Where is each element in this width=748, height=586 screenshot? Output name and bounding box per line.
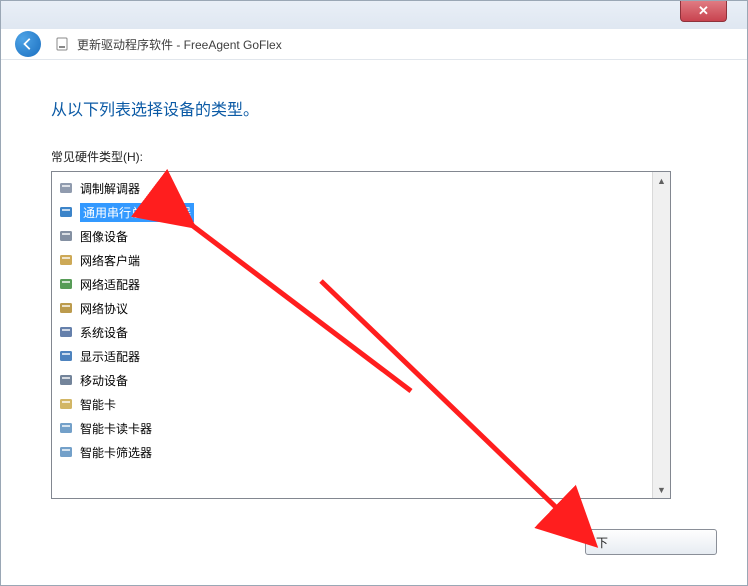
list-label: 常见硬件类型(H): — [51, 148, 707, 165]
network-client-icon — [58, 252, 74, 268]
page-heading: 从以下列表选择设备的类型。 — [51, 96, 707, 120]
scrollbar[interactable]: ▲ ▼ — [652, 172, 670, 498]
list-item[interactable]: 网络协议 — [52, 296, 653, 320]
back-arrow-icon — [21, 37, 35, 51]
close-button[interactable]: ✕ — [680, 1, 727, 22]
list-item-label: 图像设备 — [80, 228, 128, 245]
back-button[interactable] — [15, 31, 41, 57]
list-item-label: 通用串行总线控制器 — [80, 203, 194, 222]
list-item-label: 显示适配器 — [80, 348, 140, 365]
footer: 下 — [1, 517, 747, 585]
driver-update-window: ✕ 更新驱动程序软件 - FreeAgent GoFlex 从以下列表选择设备的… — [0, 0, 748, 586]
list-item[interactable]: 系统设备 — [52, 320, 653, 344]
network-adapter-icon — [58, 276, 74, 292]
list-item-label: 网络适配器 — [80, 276, 140, 293]
list-item[interactable]: 显示适配器 — [52, 344, 653, 368]
list-item[interactable]: 智能卡筛选器 — [52, 440, 653, 464]
imaging-icon — [58, 228, 74, 244]
next-button[interactable]: 下 — [585, 529, 717, 555]
list-item[interactable]: 通用串行总线控制器 — [52, 200, 653, 224]
list-item[interactable]: 移动设备 — [52, 368, 653, 392]
close-icon: ✕ — [698, 3, 709, 19]
list-item[interactable]: 智能卡读卡器 — [52, 416, 653, 440]
list-item-label: 系统设备 — [80, 324, 128, 341]
listbox-viewport[interactable]: 调制解调器通用串行总线控制器图像设备网络客户端网络适配器网络协议系统设备显示适配… — [52, 172, 653, 498]
drive-icon — [55, 37, 69, 51]
titlebar: ✕ — [1, 1, 747, 29]
modem-icon — [58, 180, 74, 196]
list-item[interactable]: 智能卡 — [52, 392, 653, 416]
network-protocol-icon — [58, 300, 74, 316]
list-item[interactable]: 调制解调器 — [52, 176, 653, 200]
list-item-label: 智能卡读卡器 — [80, 420, 152, 437]
system-device-icon — [58, 324, 74, 340]
smartcard-icon — [58, 396, 74, 412]
hardware-type-listbox: 调制解调器通用串行总线控制器图像设备网络客户端网络适配器网络协议系统设备显示适配… — [51, 171, 671, 499]
scroll-track[interactable] — [653, 189, 670, 481]
list-item-label: 网络协议 — [80, 300, 128, 317]
dialog-body: 从以下列表选择设备的类型。 常见硬件类型(H): 调制解调器通用串行总线控制器图… — [1, 60, 747, 499]
usb-icon — [58, 204, 74, 220]
list-item-label: 调制解调器 — [80, 180, 140, 197]
scroll-up-button[interactable]: ▲ — [653, 172, 670, 189]
mobile-device-icon — [58, 372, 74, 388]
scroll-down-button[interactable]: ▼ — [653, 481, 670, 498]
window-title: 更新驱动程序软件 - FreeAgent GoFlex — [77, 36, 282, 53]
smartcard-reader-icon — [58, 420, 74, 436]
header-row: 更新驱动程序软件 - FreeAgent GoFlex — [1, 29, 747, 60]
display-adapter-icon — [58, 348, 74, 364]
list-item[interactable]: 图像设备 — [52, 224, 653, 248]
list-item-label: 智能卡 — [80, 396, 116, 413]
smartcard-filter-icon — [58, 444, 74, 460]
list-item-label: 网络客户端 — [80, 252, 140, 269]
next-button-label: 下 — [596, 534, 608, 551]
list-item[interactable]: 网络客户端 — [52, 248, 653, 272]
list-item-label: 移动设备 — [80, 372, 128, 389]
list-item[interactable]: 网络适配器 — [52, 272, 653, 296]
list-item-label: 智能卡筛选器 — [80, 444, 152, 461]
